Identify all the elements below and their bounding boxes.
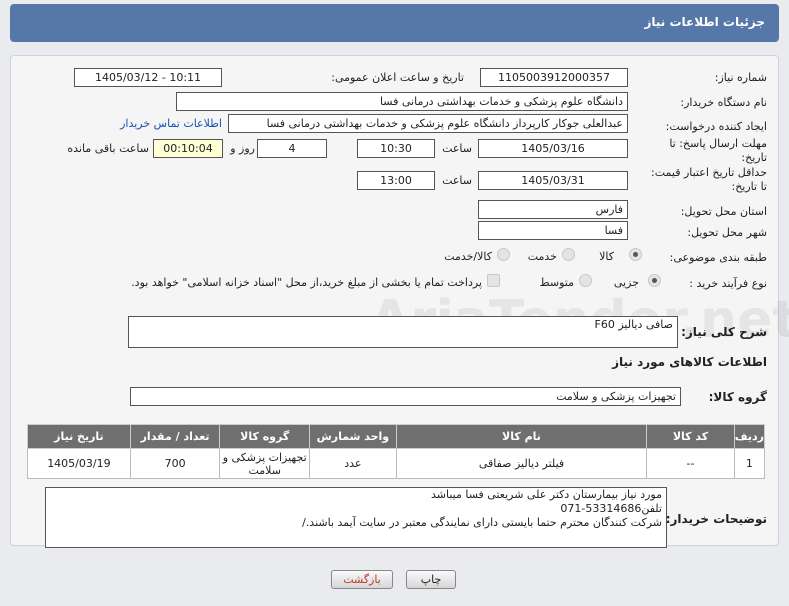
- category-service-label: خدمت: [527, 250, 557, 263]
- items-table-header: ردیف کد کالا نام کالا واحد شمارش گروه کا…: [27, 424, 766, 449]
- cell-goods-name: فیلتر دیالیز صفاقی: [395, 448, 648, 479]
- price-date-field[interactable]: 1405/03/31: [478, 171, 628, 190]
- announce-datetime-label: تاریخ و ساعت اعلان عمومی:: [331, 71, 464, 84]
- city-label: شهر محل تحویل:: [687, 226, 767, 239]
- cell-unit: عدد: [309, 448, 397, 479]
- treasury-checkbox[interactable]: [487, 274, 500, 287]
- price-time-label: ساعت: [442, 174, 472, 187]
- remaining-label: ساعت باقی مانده: [67, 142, 149, 155]
- cell-goods-group: تجهیزات پزشکی و سلامت: [219, 448, 311, 479]
- col-need-date: تاریخ نیاز: [27, 424, 131, 449]
- need-summary-field[interactable]: صافی دیالیز F60: [128, 316, 678, 348]
- buyer-org-label: نام دستگاه خریدار:: [680, 96, 767, 109]
- buyer-notes-line-2: تلفن53314686-071: [560, 502, 662, 515]
- buyer-notes-field[interactable]: مورد نیاز بیمارستان دکتر علی شریعتی فسا …: [45, 487, 667, 548]
- process-medium-radio[interactable]: [579, 274, 592, 287]
- goods-group-label: گروه کالا:: [708, 390, 767, 404]
- cell-row-number: 1: [733, 448, 766, 479]
- col-goods-name: نام کالا: [395, 424, 648, 449]
- cell-quantity: 700: [129, 448, 221, 479]
- process-medium-label: متوسط: [539, 276, 574, 289]
- buyer-notes-line-1: مورد نیاز بیمارستان دکتر علی شریعتی فسا …: [430, 488, 662, 501]
- buyer-org-field[interactable]: دانشگاه علوم پزشکی و خدمات بهداشتی درمان…: [176, 92, 628, 111]
- category-label: طبقه بندی موضوعی:: [669, 251, 767, 264]
- city-field[interactable]: فسا: [478, 221, 628, 240]
- province-label: استان محل تحویل:: [680, 205, 767, 218]
- goods-group-field[interactable]: تجهیزات پزشکی و سلامت: [130, 387, 681, 406]
- province-field[interactable]: فارس: [478, 200, 628, 219]
- buyer-contact-link[interactable]: اطلاعات تماس خریدار: [120, 117, 222, 130]
- remaining-time-field[interactable]: 00:10:04: [153, 139, 223, 158]
- need-number-label: شماره نیاز:: [714, 71, 767, 84]
- treasury-note: پرداخت تمام یا بخشی از مبلغ خرید،از محل …: [131, 276, 482, 289]
- col-row-number: ردیف: [733, 424, 766, 449]
- col-quantity: تعداد / مقدار: [129, 424, 221, 449]
- announce-datetime-field[interactable]: 1405/03/12 - 10:11: [74, 68, 222, 87]
- creator-label: ایجاد کننده درخواست:: [665, 120, 767, 133]
- back-button[interactable]: بازگشت: [331, 570, 393, 589]
- category-service-radio[interactable]: [562, 248, 575, 261]
- category-goods-service-label: کالا/خدمت: [444, 250, 492, 263]
- col-unit: واحد شمارش: [309, 424, 397, 449]
- category-goods-label: کالا: [599, 250, 614, 263]
- print-button[interactable]: چاپ: [406, 570, 456, 589]
- category-goods-service-radio[interactable]: [497, 248, 510, 261]
- creator-field[interactable]: عبدالعلی جوکار کارپرداز دانشگاه علوم پزش…: [228, 114, 628, 133]
- reply-time-field[interactable]: 10:30: [357, 139, 435, 158]
- goods-info-heading: اطلاعات کالاهای مورد نیاز: [612, 355, 767, 369]
- page-title: جزئیات اطلاعات نیاز: [644, 15, 765, 29]
- price-validity-label: حداقل تاریخ اعتبار قیمت: تا تاریخ:: [651, 166, 767, 193]
- days-and-label: روز و: [230, 142, 255, 155]
- cell-need-date: 1405/03/19: [27, 448, 131, 479]
- buyer-notes-line-3: شرکت کنندگان محترم حتما بایستی دارای نما…: [302, 516, 662, 529]
- reply-days-field[interactable]: 4: [257, 139, 327, 158]
- need-summary-label: شرح کلی نیاز:: [681, 325, 767, 339]
- process-type-label: نوع فرآیند خرید :: [689, 277, 767, 290]
- category-goods-radio[interactable]: [629, 248, 642, 261]
- page-header: جزئیات اطلاعات نیاز: [10, 4, 779, 42]
- process-minor-label: جزیی: [613, 276, 639, 289]
- need-number-field[interactable]: 1105003912000357: [480, 68, 628, 87]
- col-goods-code: کد کالا: [646, 424, 735, 449]
- buyer-notes-label: توضیحات خریدار:: [665, 512, 767, 526]
- process-minor-radio[interactable]: [648, 274, 661, 287]
- reply-date-field[interactable]: 1405/03/16: [478, 139, 628, 158]
- col-goods-group: گروه کالا: [219, 424, 311, 449]
- items-table: ردیف کد کالا نام کالا واحد شمارش گروه کا…: [27, 424, 766, 479]
- price-time-field[interactable]: 13:00: [357, 171, 435, 190]
- reply-time-label: ساعت: [442, 142, 472, 155]
- cell-goods-code: --: [646, 448, 735, 479]
- table-row: 1 -- فیلتر دیالیز صفاقی عدد تجهیزات پزشک…: [27, 448, 766, 479]
- reply-deadline-label: مهلت ارسال پاسخ: تا تاریخ:: [669, 137, 767, 164]
